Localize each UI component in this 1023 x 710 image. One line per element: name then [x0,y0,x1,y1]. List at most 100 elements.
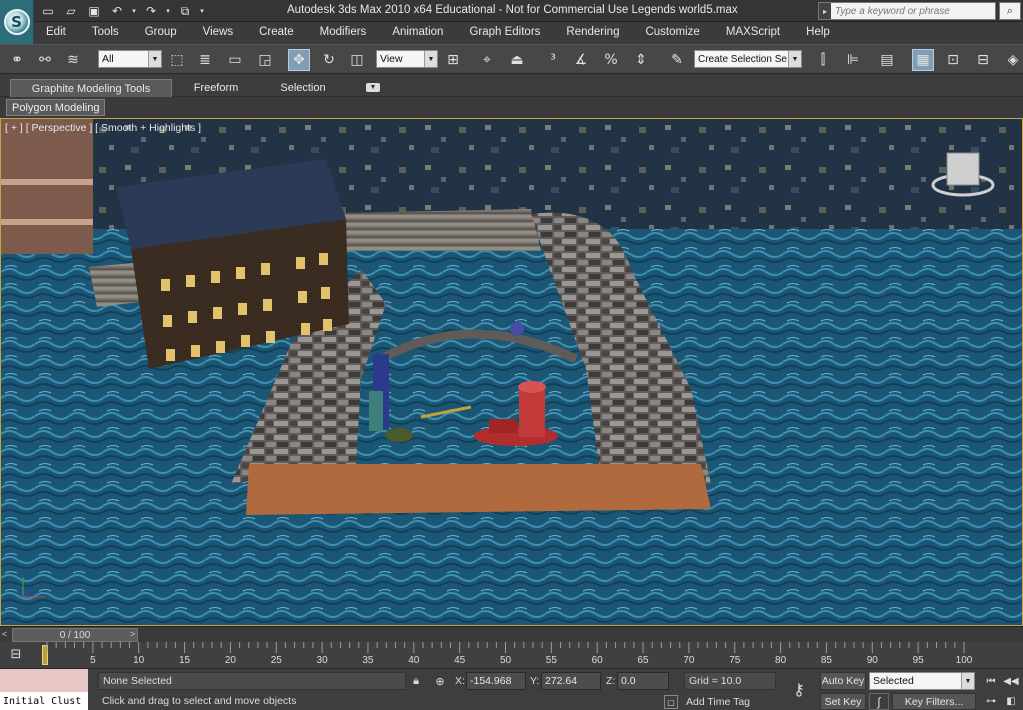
tab-freeform[interactable]: Freeform [180,79,252,97]
previous-frame-icon[interactable]: ◀◀ [1002,673,1020,690]
menu-tools[interactable]: Tools [79,26,132,38]
tick-label: 55 [545,655,557,666]
layer-manager-icon[interactable]: ▤ [876,49,898,71]
perspective-viewport[interactable]: [ + ] [ Perspective ] [ Smooth + Highlig… [0,118,1023,626]
select-and-move-icon[interactable]: ✥ [288,49,310,71]
add-time-tag[interactable]: ▢ Add Time Tag [664,694,784,710]
binoculars-icon[interactable]: ⌕ [999,2,1021,20]
align-icon[interactable]: ⊫ [842,49,864,71]
bind-to-space-warp-icon[interactable]: ≋ [62,49,84,71]
tick-label: 45 [454,655,466,666]
auto-key-button[interactable]: Auto Key [820,672,866,690]
viewport-label[interactable]: [ + ] [ Perspective ] [ Smooth + Highlig… [5,122,201,134]
selection-filter-dropdown[interactable]: All ▼ [98,50,162,68]
absolute-mode-icon[interactable]: ⊕ [432,673,448,689]
spinner-snap-icon[interactable]: ⇕ [630,49,652,71]
ribbon-minimize-icon[interactable]: ▼ [366,83,380,92]
curve-editor-icon[interactable]: ⊡ [942,49,964,71]
track-bar[interactable]: ⊟ 5 10 15 20 25 30 35 40 45 50 55 60 65 … [0,642,1023,668]
window-crossing-icon[interactable]: ◲ [254,49,276,71]
key-filters-button[interactable]: Key Filters... [892,693,976,710]
maxscript-input[interactable]: Initial Clust [0,692,88,710]
project-folder-icon[interactable]: ⧉ [175,2,195,20]
redo-icon[interactable]: ↷ [141,2,161,20]
menu-graph-editors[interactable]: Graph Editors [456,26,553,38]
select-and-manipulate-icon[interactable]: ⌖ [476,49,498,71]
select-and-rotate-icon[interactable]: ↻ [318,49,340,71]
mini-curve-editor-icon[interactable]: ⊟ [6,645,26,663]
named-selection-dropdown[interactable]: Create Selection Se ▼ [694,50,802,68]
keyboard-shortcut-override-icon[interactable]: ⏏ [506,49,528,71]
menu-maxscript[interactable]: MAXScript [713,26,793,38]
lock-icon[interactable]: 🔒︎ [408,673,424,689]
search-input[interactable] [831,5,991,17]
time-prev-icon[interactable]: < [2,629,12,641]
tick-label: 70 [683,655,695,666]
x-coordinate-field[interactable]: -154.968 [466,672,526,690]
selection-status: None Selected [98,672,406,690]
edit-named-selection-icon[interactable]: ✎ [666,49,688,71]
menu-modifiers[interactable]: Modifiers [307,26,380,38]
x-label: X: [455,675,465,687]
unlink-selection-icon[interactable]: ⚯ [34,49,56,71]
tab-selection[interactable]: Selection [266,79,340,97]
window-title: Autodesk 3ds Max 2010 x64 Educational - … [287,4,738,16]
key-icon[interactable]: ⚷ [786,679,812,699]
rectangular-selection-icon[interactable]: ▭ [224,49,246,71]
default-in-out-tangent-icon[interactable]: ∫ [869,693,889,710]
tab-graphite-modeling-tools[interactable]: Graphite Modeling Tools [10,79,172,97]
key-mode-dropdown[interactable]: Selected ▼ [869,672,975,690]
menu-create[interactable]: Create [246,26,307,38]
snaps-toggle-icon[interactable]: ³ [542,49,564,71]
search-expand-icon[interactable]: ▸ [819,3,831,19]
app-logo-icon: S [3,9,30,35]
key-mode-value: Selected [873,675,914,687]
tick-label: 90 [866,655,878,666]
material-editor-icon[interactable]: ◈ [1002,49,1023,71]
mirror-icon[interactable]: ⫿ [812,49,834,71]
reference-coord-dropdown[interactable]: View ▼ [376,50,438,68]
use-pivot-point-icon[interactable]: ⊞ [442,49,464,71]
menu-animation[interactable]: Animation [379,26,456,38]
panel-polygon-modeling[interactable]: Polygon Modeling [6,99,106,116]
angle-snap-icon[interactable]: ∡ [570,49,592,71]
time-configuration-icon[interactable]: ◧ [1002,693,1020,710]
new-file-icon[interactable]: ▭ [38,2,58,20]
y-coordinate-field[interactable]: 272.64 [541,672,601,690]
tick-label: 80 [775,655,787,666]
undo-dropdown-icon[interactable]: ▾ [130,2,138,20]
menu-help[interactable]: Help [793,26,843,38]
maxscript-output[interactable] [0,669,88,692]
select-by-name-icon[interactable]: ≣ [194,49,216,71]
maxscript-listener-mini[interactable]: Initial Clust [0,669,88,710]
key-mode-toggle-icon[interactable]: ⊶ [982,693,1000,710]
save-icon[interactable]: ▣ [84,2,104,20]
go-to-start-icon[interactable]: ⏮ [982,673,1000,690]
quick-access-toolbar: ▭ ▱ ▣ ↶ ▾ ↷ ▾ ⧉ ▾ [38,2,206,20]
open-file-icon[interactable]: ▱ [61,2,81,20]
tick-label: 95 [912,655,924,666]
select-and-scale-icon[interactable]: ◫ [346,49,368,71]
time-next-icon[interactable]: > [130,629,140,641]
redo-dropdown-icon[interactable]: ▾ [164,2,172,20]
tick-label: 75 [729,655,741,666]
menu-views[interactable]: Views [190,26,246,38]
menu-customize[interactable]: Customize [632,26,712,38]
undo-icon[interactable]: ↶ [107,2,127,20]
graphite-toggle-icon[interactable]: ▦ [912,49,934,71]
menu-group[interactable]: Group [132,26,190,38]
select-object-icon[interactable]: ⬚ [166,49,188,71]
time-slider-bar: < 0 / 100 > [0,626,1023,642]
percent-snap-icon[interactable]: % [600,49,622,71]
menu-rendering[interactable]: Rendering [553,26,632,38]
grid-spacing: Grid = 10.0 [684,672,776,690]
schematic-view-icon[interactable]: ⊟ [972,49,994,71]
time-slider[interactable]: 0 / 100 [12,628,138,642]
application-button[interactable]: S [0,0,34,44]
z-coordinate-field[interactable]: 0.0 [617,672,669,690]
select-and-link-icon[interactable]: ⚭ [6,49,28,71]
qa-dropdown-icon[interactable]: ▾ [198,2,206,20]
set-key-button[interactable]: Set Key [820,693,866,710]
chevron-down-icon: ▼ [788,51,801,67]
menu-edit[interactable]: Edit [34,26,79,38]
